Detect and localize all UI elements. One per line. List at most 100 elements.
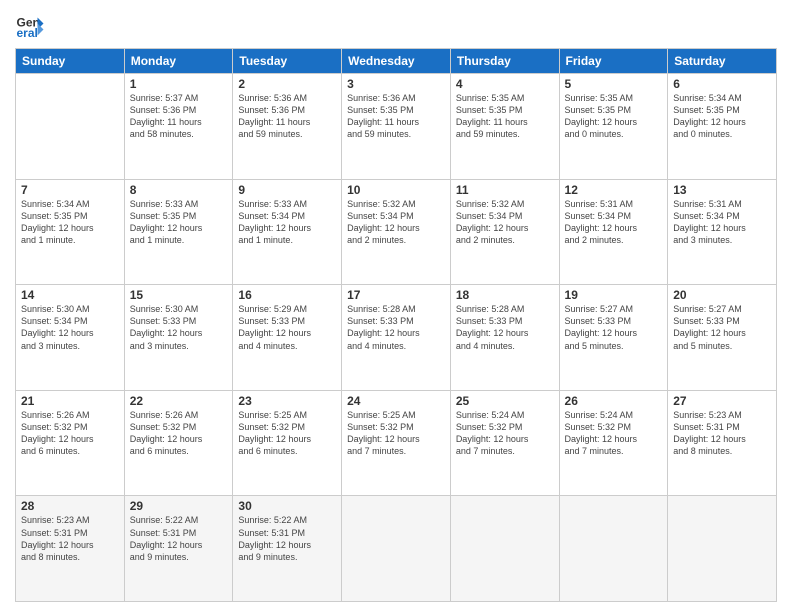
day-number: 24: [347, 394, 445, 408]
calendar-cell: 18Sunrise: 5:28 AM Sunset: 5:33 PM Dayli…: [450, 285, 559, 391]
calendar-cell: 8Sunrise: 5:33 AM Sunset: 5:35 PM Daylig…: [124, 179, 233, 285]
day-number: 19: [565, 288, 663, 302]
day-info: Sunrise: 5:26 AM Sunset: 5:32 PM Dayligh…: [130, 409, 228, 458]
calendar-week-3: 14Sunrise: 5:30 AM Sunset: 5:34 PM Dayli…: [16, 285, 777, 391]
day-info: Sunrise: 5:22 AM Sunset: 5:31 PM Dayligh…: [130, 514, 228, 563]
calendar-cell: 21Sunrise: 5:26 AM Sunset: 5:32 PM Dayli…: [16, 390, 125, 496]
calendar-cell: 2Sunrise: 5:36 AM Sunset: 5:36 PM Daylig…: [233, 74, 342, 180]
day-number: 27: [673, 394, 771, 408]
day-info: Sunrise: 5:24 AM Sunset: 5:32 PM Dayligh…: [565, 409, 663, 458]
day-number: 11: [456, 183, 554, 197]
day-number: 9: [238, 183, 336, 197]
calendar-week-5: 28Sunrise: 5:23 AM Sunset: 5:31 PM Dayli…: [16, 496, 777, 602]
calendar-cell: 13Sunrise: 5:31 AM Sunset: 5:34 PM Dayli…: [668, 179, 777, 285]
calendar-cell: 5Sunrise: 5:35 AM Sunset: 5:35 PM Daylig…: [559, 74, 668, 180]
day-number: 10: [347, 183, 445, 197]
calendar-cell: 23Sunrise: 5:25 AM Sunset: 5:32 PM Dayli…: [233, 390, 342, 496]
calendar-cell: 14Sunrise: 5:30 AM Sunset: 5:34 PM Dayli…: [16, 285, 125, 391]
day-number: 15: [130, 288, 228, 302]
day-info: Sunrise: 5:32 AM Sunset: 5:34 PM Dayligh…: [456, 198, 554, 247]
calendar-cell: 19Sunrise: 5:27 AM Sunset: 5:33 PM Dayli…: [559, 285, 668, 391]
calendar-cell: 20Sunrise: 5:27 AM Sunset: 5:33 PM Dayli…: [668, 285, 777, 391]
calendar-page: Gen eral SundayMondayTuesdayWednesdayThu…: [0, 0, 792, 612]
header: Gen eral: [15, 10, 777, 40]
day-info: Sunrise: 5:36 AM Sunset: 5:35 PM Dayligh…: [347, 92, 445, 141]
day-info: Sunrise: 5:24 AM Sunset: 5:32 PM Dayligh…: [456, 409, 554, 458]
day-info: Sunrise: 5:34 AM Sunset: 5:35 PM Dayligh…: [21, 198, 119, 247]
calendar-header-row: SundayMondayTuesdayWednesdayThursdayFrid…: [16, 49, 777, 74]
day-info: Sunrise: 5:32 AM Sunset: 5:34 PM Dayligh…: [347, 198, 445, 247]
calendar-week-1: 1Sunrise: 5:37 AM Sunset: 5:36 PM Daylig…: [16, 74, 777, 180]
calendar-cell: [450, 496, 559, 602]
calendar-cell: 7Sunrise: 5:34 AM Sunset: 5:35 PM Daylig…: [16, 179, 125, 285]
day-number: 2: [238, 77, 336, 91]
calendar-cell: 11Sunrise: 5:32 AM Sunset: 5:34 PM Dayli…: [450, 179, 559, 285]
day-info: Sunrise: 5:33 AM Sunset: 5:34 PM Dayligh…: [238, 198, 336, 247]
day-info: Sunrise: 5:28 AM Sunset: 5:33 PM Dayligh…: [347, 303, 445, 352]
day-info: Sunrise: 5:28 AM Sunset: 5:33 PM Dayligh…: [456, 303, 554, 352]
day-number: 7: [21, 183, 119, 197]
calendar-table: SundayMondayTuesdayWednesdayThursdayFrid…: [15, 48, 777, 602]
calendar-cell: 6Sunrise: 5:34 AM Sunset: 5:35 PM Daylig…: [668, 74, 777, 180]
logo-icon: Gen eral: [15, 10, 45, 40]
day-info: Sunrise: 5:23 AM Sunset: 5:31 PM Dayligh…: [673, 409, 771, 458]
day-header-wednesday: Wednesday: [342, 49, 451, 74]
calendar-week-2: 7Sunrise: 5:34 AM Sunset: 5:35 PM Daylig…: [16, 179, 777, 285]
day-info: Sunrise: 5:30 AM Sunset: 5:34 PM Dayligh…: [21, 303, 119, 352]
day-info: Sunrise: 5:25 AM Sunset: 5:32 PM Dayligh…: [238, 409, 336, 458]
calendar-cell: 10Sunrise: 5:32 AM Sunset: 5:34 PM Dayli…: [342, 179, 451, 285]
day-number: 17: [347, 288, 445, 302]
day-info: Sunrise: 5:36 AM Sunset: 5:36 PM Dayligh…: [238, 92, 336, 141]
calendar-cell: 17Sunrise: 5:28 AM Sunset: 5:33 PM Dayli…: [342, 285, 451, 391]
day-header-saturday: Saturday: [668, 49, 777, 74]
day-number: 18: [456, 288, 554, 302]
calendar-cell: [342, 496, 451, 602]
day-number: 21: [21, 394, 119, 408]
day-info: Sunrise: 5:34 AM Sunset: 5:35 PM Dayligh…: [673, 92, 771, 141]
calendar-cell: 27Sunrise: 5:23 AM Sunset: 5:31 PM Dayli…: [668, 390, 777, 496]
day-number: 5: [565, 77, 663, 91]
day-info: Sunrise: 5:25 AM Sunset: 5:32 PM Dayligh…: [347, 409, 445, 458]
day-number: 12: [565, 183, 663, 197]
day-header-tuesday: Tuesday: [233, 49, 342, 74]
day-info: Sunrise: 5:23 AM Sunset: 5:31 PM Dayligh…: [21, 514, 119, 563]
day-info: Sunrise: 5:33 AM Sunset: 5:35 PM Dayligh…: [130, 198, 228, 247]
day-header-friday: Friday: [559, 49, 668, 74]
calendar-cell: 4Sunrise: 5:35 AM Sunset: 5:35 PM Daylig…: [450, 74, 559, 180]
calendar-cell: [559, 496, 668, 602]
day-info: Sunrise: 5:31 AM Sunset: 5:34 PM Dayligh…: [565, 198, 663, 247]
day-number: 13: [673, 183, 771, 197]
day-number: 14: [21, 288, 119, 302]
day-info: Sunrise: 5:27 AM Sunset: 5:33 PM Dayligh…: [565, 303, 663, 352]
logo: Gen eral: [15, 10, 47, 40]
day-number: 22: [130, 394, 228, 408]
calendar-cell: 1Sunrise: 5:37 AM Sunset: 5:36 PM Daylig…: [124, 74, 233, 180]
calendar-cell: 9Sunrise: 5:33 AM Sunset: 5:34 PM Daylig…: [233, 179, 342, 285]
calendar-cell: 15Sunrise: 5:30 AM Sunset: 5:33 PM Dayli…: [124, 285, 233, 391]
day-number: 26: [565, 394, 663, 408]
day-number: 4: [456, 77, 554, 91]
day-number: 8: [130, 183, 228, 197]
day-number: 29: [130, 499, 228, 513]
day-header-sunday: Sunday: [16, 49, 125, 74]
day-info: Sunrise: 5:22 AM Sunset: 5:31 PM Dayligh…: [238, 514, 336, 563]
calendar-cell: 24Sunrise: 5:25 AM Sunset: 5:32 PM Dayli…: [342, 390, 451, 496]
calendar-cell: 12Sunrise: 5:31 AM Sunset: 5:34 PM Dayli…: [559, 179, 668, 285]
calendar-cell: 22Sunrise: 5:26 AM Sunset: 5:32 PM Dayli…: [124, 390, 233, 496]
calendar-cell: [16, 74, 125, 180]
calendar-cell: 28Sunrise: 5:23 AM Sunset: 5:31 PM Dayli…: [16, 496, 125, 602]
day-number: 30: [238, 499, 336, 513]
calendar-cell: 16Sunrise: 5:29 AM Sunset: 5:33 PM Dayli…: [233, 285, 342, 391]
day-number: 6: [673, 77, 771, 91]
calendar-cell: 25Sunrise: 5:24 AM Sunset: 5:32 PM Dayli…: [450, 390, 559, 496]
calendar-cell: [668, 496, 777, 602]
calendar-week-4: 21Sunrise: 5:26 AM Sunset: 5:32 PM Dayli…: [16, 390, 777, 496]
day-number: 28: [21, 499, 119, 513]
day-number: 23: [238, 394, 336, 408]
calendar-cell: 3Sunrise: 5:36 AM Sunset: 5:35 PM Daylig…: [342, 74, 451, 180]
day-info: Sunrise: 5:35 AM Sunset: 5:35 PM Dayligh…: [456, 92, 554, 141]
day-info: Sunrise: 5:37 AM Sunset: 5:36 PM Dayligh…: [130, 92, 228, 141]
day-header-thursday: Thursday: [450, 49, 559, 74]
svg-text:eral: eral: [17, 26, 38, 40]
day-info: Sunrise: 5:26 AM Sunset: 5:32 PM Dayligh…: [21, 409, 119, 458]
